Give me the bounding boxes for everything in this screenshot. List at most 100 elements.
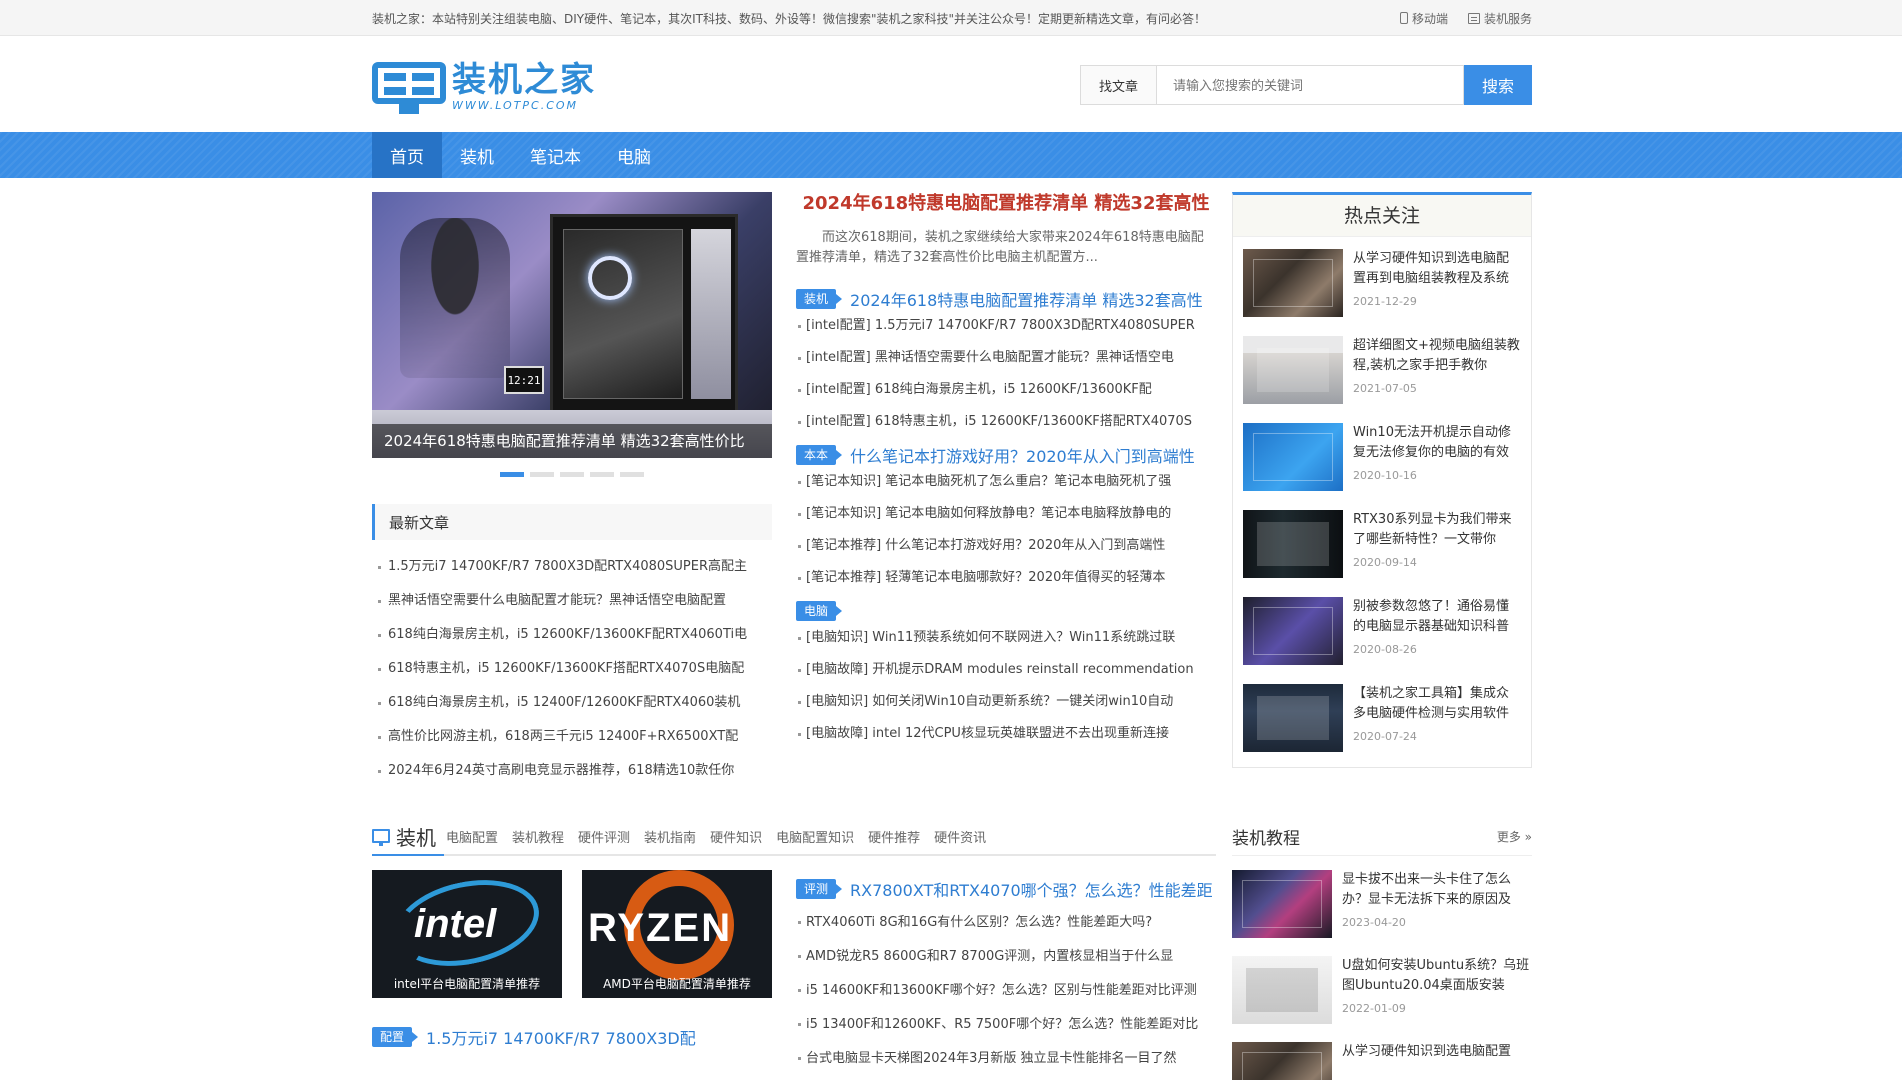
nav-item-zhuangji[interactable]: 装机 xyxy=(442,132,512,178)
hot-item-title[interactable]: Win10无法开机提示自动修复无法修复你的电脑的有效 xyxy=(1353,423,1521,463)
featured-slider[interactable]: 12:21 2024年618特惠电脑配置推荐清单 精选32套高性价比 xyxy=(372,192,772,458)
slider-dot[interactable] xyxy=(530,472,554,477)
hot-item[interactable]: 从学习硬件知识到选电脑配置再到电脑组装教程及系统 2021-12-29 xyxy=(1243,245,1521,332)
nav-item-home[interactable]: 首页 xyxy=(372,132,442,178)
hot-item[interactable]: RTX30系列显卡为我们带来了哪些新特性？一文带你 2020-09-14 xyxy=(1243,506,1521,593)
list-item[interactable]: [电脑知识] Win11预装系统如何不联网进入？Win11系统跳过联 xyxy=(796,622,1216,654)
list-item[interactable]: 618特惠主机，i5 12600KF/13600KF搭配RTX4070S电脑配 xyxy=(372,652,772,686)
latest-list: 1.5万元i7 14700KF/R7 7800X3D配RTX4080SUPER高… xyxy=(372,550,772,788)
slider-dot[interactable] xyxy=(590,472,614,477)
category-list: [intel配置] 1.5万元i7 14700KF/R7 7800X3D配RTX… xyxy=(796,310,1216,438)
category-title[interactable]: 什么笔记本打游戏好用？2020年从入门到高端性 xyxy=(850,443,1195,467)
thumbnail-image[interactable] xyxy=(1232,956,1332,1024)
list-item[interactable]: [intel配置] 618纯白海景房主机，i5 12600KF/13600KF配 xyxy=(796,374,1216,406)
slider-caption[interactable]: 2024年618特惠电脑配置推荐清单 精选32套高性价比 xyxy=(372,424,772,458)
tutorial-title[interactable]: 装机教程 xyxy=(1232,824,1300,849)
intel-platform-image[interactable]: intel intel平台电脑配置清单推荐 xyxy=(372,870,562,998)
section-title[interactable]: 装机 xyxy=(396,822,436,851)
hot-item-title[interactable]: 从学习硬件知识到选电脑配置再到电脑组装教程及系统 xyxy=(1353,249,1521,289)
thumbnail-image[interactable] xyxy=(1243,423,1343,491)
category-tag[interactable]: 本本 xyxy=(796,445,843,465)
section-sub-link[interactable]: 电脑配置知识 xyxy=(776,827,854,846)
hot-item-title[interactable]: RTX30系列显卡为我们带来了哪些新特性？一文带你 xyxy=(1353,510,1521,550)
list-item[interactable]: 高性价比网游主机，618两三千元i5 12400F+RX6500XT配 xyxy=(372,720,772,754)
list-item[interactable]: [笔记本推荐] 轻薄笔记本电脑哪款好？2020年值得买的轻薄本 xyxy=(796,562,1216,594)
list-item[interactable]: [电脑知识] 如何关闭Win10自动更新系统？一键关闭win10自动 xyxy=(796,686,1216,718)
hot-item-title[interactable]: 【装机之家工具箱】集成众多电脑硬件检测与实用软件 xyxy=(1353,684,1521,724)
tutorial-item-title[interactable]: U盘如何安装Ubuntu系统？乌班图Ubuntu20.04桌面版安装 xyxy=(1342,956,1532,996)
service-link[interactable]: 装机服务 xyxy=(1467,10,1532,27)
hot-item[interactable]: 【装机之家工具箱】集成众多电脑硬件检测与实用软件 2020-07-24 xyxy=(1243,680,1521,767)
nav-item-notebook[interactable]: 笔记本 xyxy=(512,132,599,178)
section-sub-link[interactable]: 硬件资讯 xyxy=(934,827,986,846)
hot-item-title[interactable]: 超详细图文+视频电脑组装教程,装机之家手把手教你 xyxy=(1353,336,1521,376)
thumbnail-image[interactable] xyxy=(1243,336,1343,404)
site-notice: 装机之家：本站特别关注组装电脑、DIY硬件、笔记本，其次IT科技、数码、外设等！… xyxy=(372,11,1207,26)
tutorial-item-title[interactable]: 从学习硬件知识到选电脑配置 xyxy=(1342,1042,1532,1080)
list-item[interactable]: 2024年6月24英寸高刷电竞显示器推荐，618精选10款任你 xyxy=(372,754,772,788)
category-list: [电脑知识] Win11预装系统如何不联网进入？Win11系统跳过联 [电脑故障… xyxy=(796,622,1216,750)
hot-item-title[interactable]: 别被参数忽悠了！通俗易懂的电脑显示器基础知识科普 xyxy=(1353,597,1521,637)
slider-dot[interactable] xyxy=(620,472,644,477)
section-sub-link[interactable]: 电脑配置 xyxy=(446,827,498,846)
tutorial-item[interactable]: 从学习硬件知识到选电脑配置 xyxy=(1232,1028,1532,1080)
category-tag[interactable]: 装机 xyxy=(796,289,843,309)
section-sub-link[interactable]: 硬件评测 xyxy=(578,827,630,846)
list-item[interactable]: RTX4060Ti 8G和16G有什么区别？怎么选？性能差距大吗? xyxy=(796,906,1216,940)
list-item[interactable]: [笔记本知识] 笔记本电脑如何释放静电？笔记本电脑释放静电的 xyxy=(796,498,1216,530)
thumbnail-image[interactable] xyxy=(1243,510,1343,578)
slider-dot[interactable] xyxy=(560,472,584,477)
search-button[interactable]: 搜索 xyxy=(1464,65,1532,105)
thumbnail-image[interactable] xyxy=(1232,870,1332,938)
image-caption[interactable]: AMD平台电脑配置清单推荐 xyxy=(582,975,772,992)
hot-item[interactable]: Win10无法开机提示自动修复无法修复你的电脑的有效 2020-10-16 xyxy=(1243,419,1521,506)
list-item[interactable]: [笔记本知识] 笔记本电脑死机了怎么重启？笔记本电脑死机了强 xyxy=(796,466,1216,498)
category-tag[interactable]: 电脑 xyxy=(796,601,843,621)
list-item[interactable]: 台式电脑显卡天梯图2024年3月新版 独立显卡性能排名一目了然 xyxy=(796,1042,1216,1076)
category-tag[interactable]: 评测 xyxy=(796,879,843,899)
thumbnail-image[interactable] xyxy=(1243,249,1343,317)
mobile-link[interactable]: 移动端 xyxy=(1399,10,1448,27)
list-item[interactable]: [笔记本推荐] 什么笔记本打游戏好用？2020年从入门到高端性 xyxy=(796,530,1216,562)
image-caption[interactable]: intel平台电脑配置清单推荐 xyxy=(372,975,562,992)
list-item[interactable]: i5 14600KF和13600KF哪个好？怎么选？区别与性能差距对比评测 xyxy=(796,974,1216,1008)
list-item[interactable]: [电脑故障] intel 12代CPU核显玩英雄联盟进不去出现重新连接 xyxy=(796,718,1216,750)
hot-item[interactable]: 别被参数忽悠了！通俗易懂的电脑显示器基础知识科普 2020-08-26 xyxy=(1243,593,1521,680)
list-item[interactable]: 1.5万元i7 14700KF/R7 7800X3D配RTX4080SUPER高… xyxy=(372,550,772,584)
site-logo[interactable]: 装机之家 WWW.LOTPC.COM xyxy=(372,58,596,114)
list-item[interactable]: i5 13400F和12600KF、R5 7500F哪个好？怎么选？性能差距对比 xyxy=(796,1008,1216,1042)
section-sub-link[interactable]: 硬件推荐 xyxy=(868,827,920,846)
slider-dot[interactable] xyxy=(500,472,524,477)
tutorial-item[interactable]: 显卡拔不出来一头卡住了怎么办？显卡无法拆下来的原因及 2023-04-20 xyxy=(1232,856,1532,942)
thumbnail-image[interactable] xyxy=(1243,684,1343,752)
list-item[interactable]: 黑神话悟空需要什么电脑配置才能玩？黑神话悟空电脑配置 xyxy=(372,584,772,618)
search-input[interactable] xyxy=(1156,65,1464,105)
thumbnail-image[interactable] xyxy=(1243,597,1343,665)
intel-logo-text: intel xyxy=(414,902,497,946)
nav-item-computer[interactable]: 电脑 xyxy=(599,132,669,178)
list-item[interactable]: [intel配置] 1.5万元i7 14700KF/R7 7800X3D配RTX… xyxy=(796,310,1216,342)
thumbnail-image[interactable] xyxy=(1232,1042,1332,1080)
list-item[interactable]: [intel配置] 618特惠主机，i5 12600KF/13600KF搭配RT… xyxy=(796,406,1216,438)
section-sub-link[interactable]: 硬件知识 xyxy=(710,827,762,846)
tutorial-item-title[interactable]: 显卡拔不出来一头卡住了怎么办？显卡无法拆下来的原因及 xyxy=(1342,870,1532,910)
list-item[interactable]: 618纯白海景房主机，i5 12600KF/13600KF配RTX4060Ti电 xyxy=(372,618,772,652)
list-item[interactable]: AMD锐龙R5 8600G和R7 8700G评测，内置核显相当于什么显 xyxy=(796,940,1216,974)
search-type-label[interactable]: 找文章 xyxy=(1080,65,1156,105)
more-link[interactable]: 更多 » xyxy=(1497,828,1532,845)
section-sub-link[interactable]: 装机指南 xyxy=(644,827,696,846)
tutorial-item[interactable]: U盘如何安装Ubuntu系统？乌班图Ubuntu20.04桌面版安装 2022-0… xyxy=(1232,942,1532,1028)
section-sub-link[interactable]: 装机教程 xyxy=(512,827,564,846)
category-title[interactable]: 1.5万元i7 14700KF/R7 7800X3D配 xyxy=(426,1025,696,1049)
service-icon xyxy=(1467,12,1480,24)
hot-item[interactable]: 超详细图文+视频电脑组装教程,装机之家手把手教你 2021-07-05 xyxy=(1243,332,1521,419)
category-title[interactable]: RX7800XT和RTX4070哪个强？怎么选？性能差距 xyxy=(850,877,1213,901)
list-item[interactable]: [intel配置] 黑神话悟空需要什么电脑配置才能玩？黑神话悟空电 xyxy=(796,342,1216,374)
tutorial-item-date: 2023-04-20 xyxy=(1342,916,1406,929)
category-title[interactable]: 2024年618特惠电脑配置推荐清单 精选32套高性 xyxy=(850,287,1203,311)
list-item[interactable]: 618纯白海景房主机，i5 12400F/12600KF配RTX4060装机 xyxy=(372,686,772,720)
amd-platform-image[interactable]: RYZEN AMD平台电脑配置清单推荐 xyxy=(582,870,772,998)
category-tag[interactable]: 配置 xyxy=(372,1027,419,1047)
headline-link[interactable]: 2024年618特惠电脑配置推荐清单 精选32套高性 xyxy=(796,192,1216,216)
list-item[interactable]: [电脑故障] 开机提示DRAM modules reinstall recomm… xyxy=(796,654,1216,686)
